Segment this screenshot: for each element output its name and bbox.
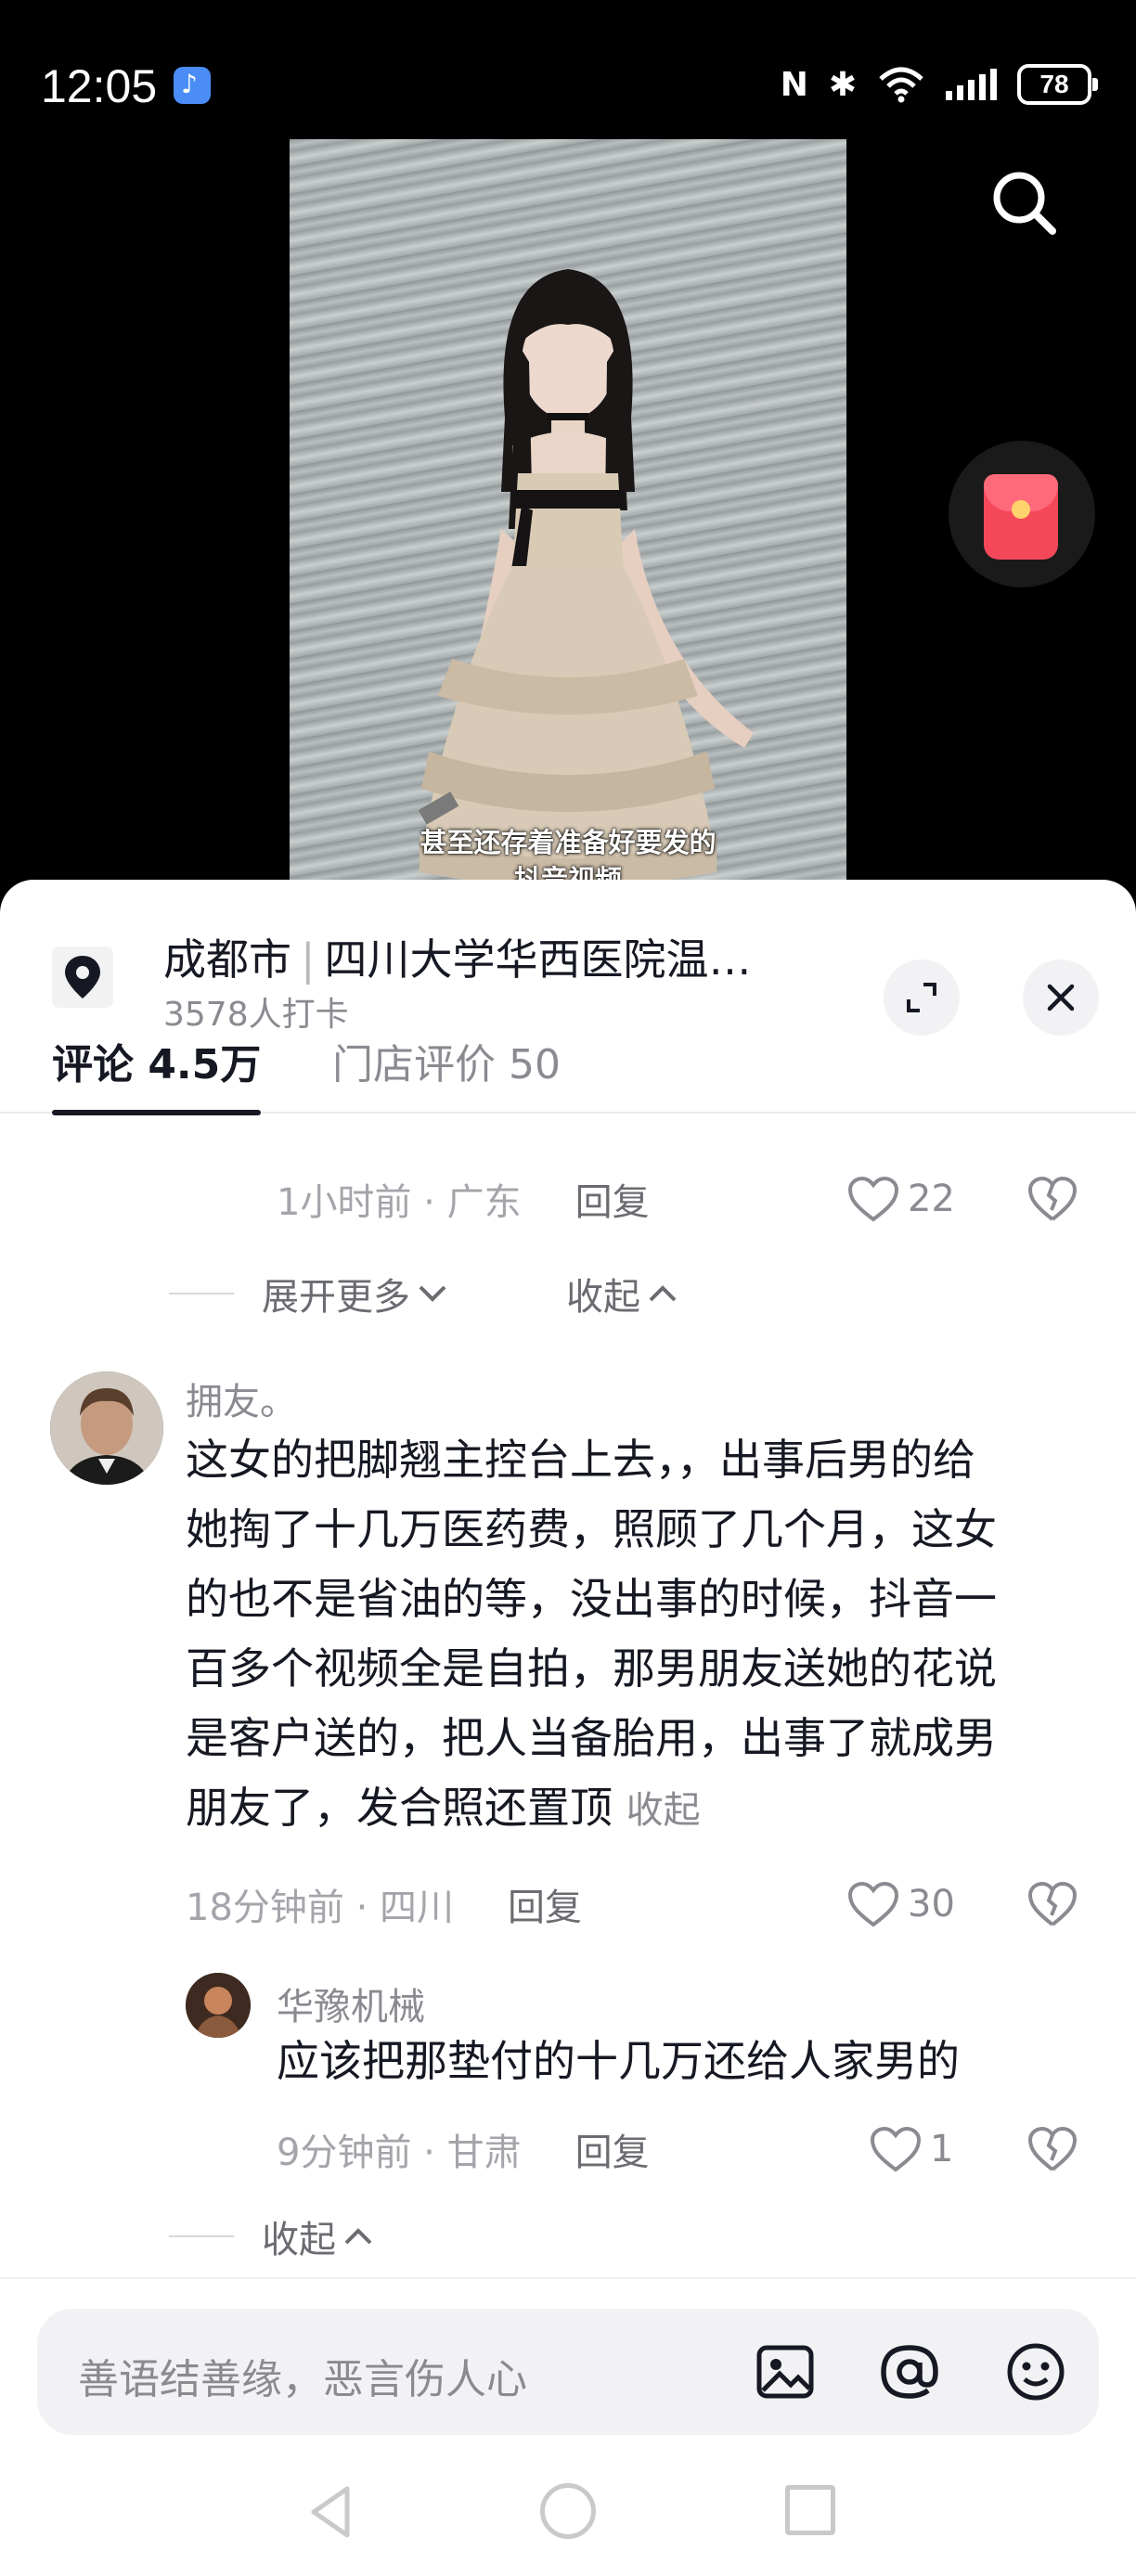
- divider-line: [169, 1293, 234, 1294]
- chevron-up-icon: [344, 2228, 372, 2245]
- pin-icon: [52, 947, 113, 1008]
- like-button[interactable]: 22: [846, 1171, 955, 1227]
- navigation-bar: [0, 2463, 1136, 2576]
- like-button[interactable]: 1: [869, 2121, 953, 2177]
- location-header[interactable]: 成都市 | 四川大学华西医院温… 3578人打卡: [0, 880, 1136, 1037]
- recent-apps-nav-icon[interactable]: [785, 2485, 835, 2535]
- expand-more-row[interactable]: 展开更多: [169, 1266, 449, 1321]
- comment-time-location: 1小时前 · 广东: [277, 1181, 522, 1224]
- home-nav-icon[interactable]: [540, 2483, 596, 2539]
- expand-icon: [907, 983, 936, 1012]
- video-person-image: [418, 269, 754, 886]
- comment-meta: 9分钟前 · 甘肃 回复: [277, 2121, 650, 2177]
- comment-sheet: 成都市 | 四川大学华西医院温… 3578人打卡 评论 4.5万 门店评价 50 1…: [0, 880, 1136, 2576]
- status-bar: 12:05 N ✱ 78: [0, 0, 1136, 139]
- expand-more-link[interactable]: 展开更多: [262, 1267, 410, 1320]
- comment-username[interactable]: 拥友。: [186, 1372, 297, 1425]
- music-app-icon: [174, 67, 211, 104]
- comment-line: 这女的把脚翘主控台上去，，出事后男的给: [186, 1435, 975, 1485]
- reply-text: 应该把那垫付的十几万还给人家男的: [277, 2036, 960, 2086]
- comment-line: 的也不是省油的等，没出事的时候，抖音一: [186, 1574, 997, 1624]
- broken-heart-icon[interactable]: [1025, 1876, 1080, 1932]
- status-icons: N ✱ 78: [780, 61, 1098, 108]
- like-button[interactable]: 30: [846, 1876, 955, 1932]
- chevron-down-icon: [419, 1285, 446, 1302]
- comment-line: 她掏了十几万医药费，照顾了几个月，这女: [186, 1504, 997, 1554]
- reply-username[interactable]: 华豫机械: [277, 1977, 425, 2030]
- comment-line: 朋友了，发合照还置顶: [186, 1783, 613, 1833]
- heart-icon: [870, 2126, 922, 2172]
- bluetooth-icon: ✱: [828, 65, 857, 104]
- collapse-replies-link[interactable]: 收起: [262, 2209, 336, 2263]
- avatar[interactable]: [186, 1973, 251, 2038]
- comment-meta: 1小时前 · 广东 回复: [277, 1171, 650, 1227]
- video-area[interactable]: 甚至还存着准备好要发的 抖音视频: [0, 139, 1136, 919]
- like-count: 30: [908, 1883, 955, 1926]
- collapse-replies-row[interactable]: 收起: [169, 2209, 375, 2264]
- heart-icon: [847, 1176, 899, 1222]
- reply-button[interactable]: 回复: [575, 1172, 650, 1226]
- signal-icon: [946, 69, 997, 100]
- video-frame[interactable]: 甚至还存着准备好要发的 抖音视频: [290, 139, 846, 919]
- reply-button[interactable]: 回复: [508, 1877, 582, 1931]
- comment-input-area: 善语结善缘，恶言伤人心: [0, 2277, 1136, 2576]
- caption-line-1: 甚至还存着准备好要发的: [420, 827, 716, 858]
- broken-heart-icon[interactable]: [1025, 1171, 1080, 1227]
- red-packet-icon: [984, 474, 1058, 560]
- back-nav-icon[interactable]: [306, 2483, 358, 2541]
- avatar[interactable]: [50, 1372, 163, 1485]
- reply-button[interactable]: 回复: [575, 2122, 650, 2176]
- wifi-icon: [879, 67, 923, 103]
- comment-line: 百多个视频全是自拍，那男朋友送她的花说: [186, 1643, 997, 1694]
- status-time: 12:05: [41, 60, 158, 112]
- red-packet-button[interactable]: [949, 441, 1095, 587]
- location-separator: |: [301, 934, 316, 985]
- nfc-icon: N: [780, 65, 808, 104]
- collapse-row[interactable]: 收起: [566, 1266, 679, 1321]
- close-icon: [1047, 984, 1075, 1011]
- location-title[interactable]: 成都市 | 四川大学华西医院温…: [163, 926, 832, 987]
- comment-time-location: 18分钟前 · 四川: [186, 1887, 455, 1929]
- tab-bar: 评论 4.5万 门店评价 50: [0, 1028, 1136, 1115]
- close-button[interactable]: [1023, 960, 1099, 1036]
- comment-time-location: 9分钟前 · 甘肃: [277, 2132, 522, 2174]
- comment-input[interactable]: 善语结善缘，恶言伤人心: [37, 2309, 1099, 2435]
- tab-comments[interactable]: 评论 4.5万: [52, 1028, 262, 1115]
- divider-line: [169, 2235, 234, 2237]
- battery-indicator: 78: [1017, 64, 1098, 105]
- search-icon[interactable]: [984, 162, 1067, 246]
- like-count: 1: [930, 2128, 954, 2170]
- comment-meta: 18分钟前 · 四川 回复: [186, 1876, 582, 1932]
- collapse-link[interactable]: 收起: [566, 1267, 640, 1320]
- like-count: 22: [908, 1178, 955, 1220]
- image-icon[interactable]: [752, 2338, 819, 2405]
- expand-button[interactable]: [884, 960, 960, 1036]
- comment-input-placeholder: 善语结善缘，恶言伤人心: [78, 2356, 527, 2403]
- location-city: 成都市: [163, 934, 291, 985]
- emoji-icon[interactable]: [1002, 2338, 1069, 2405]
- at-icon[interactable]: [876, 2338, 943, 2405]
- comment-line-last: 朋友了，发合照还置顶 收起: [186, 1773, 1077, 1846]
- chevron-up-icon: [649, 1285, 677, 1302]
- location-place: 四川大学华西医院温…: [324, 934, 752, 985]
- collapse-text-link[interactable]: 收起: [626, 1789, 701, 1832]
- heart-icon: [847, 1881, 899, 1927]
- tab-store-reviews[interactable]: 门店评价 50: [332, 1028, 561, 1114]
- comment-text: 这女的把脚翘主控台上去，，出事后男的给 她掏了十几万医药费，照顾了几个月，这女 …: [186, 1425, 1077, 1846]
- comment-line: 是客户送的，把人当备胎用，出事了就成男: [186, 1713, 997, 1763]
- broken-heart-icon[interactable]: [1025, 2121, 1080, 2177]
